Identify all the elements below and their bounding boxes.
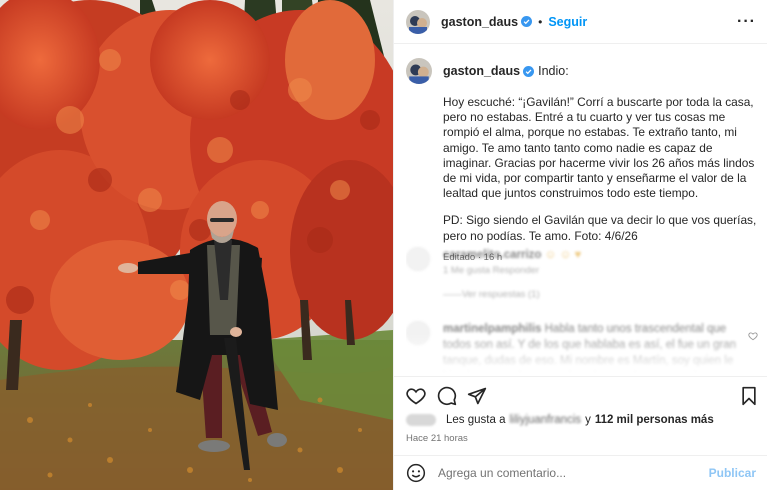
comments-fade <box>406 333 758 373</box>
caption-username[interactable]: gaston_daus <box>443 64 520 78</box>
caption-title: Indio: <box>538 64 569 78</box>
verified-badge-icon <box>523 65 535 77</box>
more-options-icon[interactable]: ··· <box>737 13 756 31</box>
comment-item: caramelito.carrizo ☺ ☺ ♥ 1 Me gusta Resp… <box>406 247 743 279</box>
likes-prefix: Les gusta a <box>446 414 506 426</box>
liker-username[interactable]: liliyjuanfrancis <box>509 414 581 426</box>
likes-summary[interactable]: Les gusta a liliyjuanfrancis y 112 mil p… <box>406 414 714 426</box>
comment-input[interactable] <box>438 466 709 480</box>
likers-avatars <box>406 414 436 426</box>
publish-button[interactable]: Publicar <box>709 466 756 480</box>
post-time[interactable]: Hace 21 horas <box>406 433 468 444</box>
add-comment-bar: Publicar <box>394 455 767 490</box>
likes-conjunction: y <box>585 414 591 426</box>
verified-badge-icon <box>521 16 533 27</box>
commenter-username[interactable]: caramelito.carrizo <box>443 249 541 261</box>
post-photo[interactable] <box>0 0 393 490</box>
caption: gaston_daus Indio: Hoy escuché: “¡Gavilá… <box>406 58 758 263</box>
likes-count[interactable]: 112 mil personas más <box>595 414 714 426</box>
caption-paragraph: Hoy escuché: “¡Gavilán!” Corrí a buscart… <box>443 95 758 201</box>
post-header: gaston_daus • Seguir ··· <box>394 0 767 44</box>
view-replies[interactable]: —— Ver respuestas (1) <box>443 289 540 300</box>
share-icon[interactable] <box>467 386 487 406</box>
author-username[interactable]: gaston_daus <box>441 15 518 29</box>
comment-icon[interactable] <box>437 386 457 406</box>
comment-meta: 1 Me gusta Responder <box>443 265 540 276</box>
commenter-avatar[interactable] <box>406 247 430 271</box>
action-bar <box>394 376 767 414</box>
emoji-icon[interactable] <box>406 463 426 483</box>
follow-button[interactable]: Seguir <box>548 15 587 29</box>
caption-paragraph: PD: Sigo siendo el Gavilán que va decir … <box>443 213 760 243</box>
comments-list: caramelito.carrizo ☺ ☺ ♥ 1 Me gusta Resp… <box>406 243 758 373</box>
caption-body: Hoy escuché: “¡Gavilán!” Corrí a buscart… <box>443 95 759 244</box>
photo-image <box>0 0 393 490</box>
post-details-panel: gaston_daus • Seguir ··· gaston_daus Ind… <box>393 0 767 490</box>
view-replies-label[interactable]: Ver respuestas (1) <box>462 289 540 300</box>
separator-dot: • <box>538 14 543 29</box>
caption-avatar[interactable] <box>406 58 432 84</box>
author-avatar[interactable] <box>406 9 430 34</box>
bookmark-icon[interactable] <box>740 386 758 406</box>
heart-icon[interactable] <box>406 386 426 406</box>
